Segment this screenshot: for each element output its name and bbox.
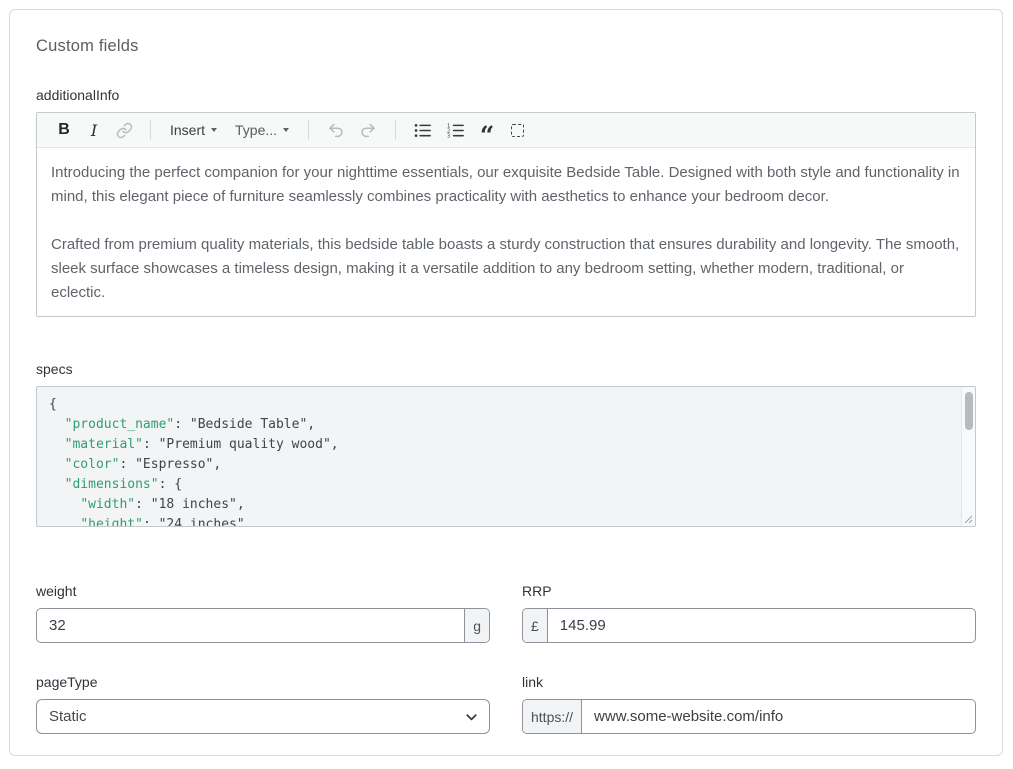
blockquote-icon: “ (480, 131, 494, 141)
rich-text-paragraph: Introducing the perfect companion for yo… (51, 161, 961, 209)
bullet-list-button[interactable] (408, 116, 437, 144)
rich-text-paragraph: Crafted from premium quality materials, … (51, 233, 961, 305)
redo-icon (359, 121, 378, 140)
insert-dropdown-label: Insert (170, 122, 205, 138)
italic-button[interactable]: I (81, 116, 107, 144)
bold-button[interactable]: B (51, 116, 77, 144)
link-button[interactable] (111, 116, 138, 144)
field-specs: specs { "product_name": "Bedside Table",… (36, 361, 976, 527)
weight-input[interactable] (37, 609, 464, 642)
scrollbar-thumb[interactable] (965, 392, 973, 430)
rrp-input-group: £ (522, 608, 976, 643)
resize-grip-icon[interactable] (963, 514, 973, 524)
dashed-box-icon (511, 124, 524, 137)
link-icon (116, 122, 133, 139)
page-type-select-wrap: Static (36, 699, 490, 734)
rrp-input[interactable] (548, 609, 975, 642)
rrp-label: RRP (522, 583, 976, 599)
svg-text:3: 3 (447, 133, 450, 139)
type-dropdown-label: Type... (235, 122, 277, 138)
additional-info-label: additionalInfo (36, 87, 976, 103)
rich-text-editor: B I Insert Type... (36, 112, 976, 317)
weight-label: weight (36, 583, 490, 599)
bullet-list-icon (413, 121, 432, 140)
link-input[interactable] (582, 700, 975, 733)
currency-prefix: £ (523, 609, 548, 642)
field-page-type: pageType Static (36, 674, 490, 734)
undo-icon (326, 121, 345, 140)
rich-text-content[interactable]: Introducing the perfect companion for yo… (37, 148, 975, 316)
ordered-list-button[interactable]: 1 2 3 (441, 116, 470, 144)
rich-text-toolbar: B I Insert Type... (37, 113, 975, 148)
weight-unit-suffix: g (464, 609, 489, 642)
undo-button[interactable] (321, 116, 350, 144)
page-title: Custom fields (36, 37, 976, 56)
scrollbar-track[interactable] (961, 387, 975, 526)
ordered-list-icon: 1 2 3 (446, 121, 465, 140)
protocol-prefix: https:// (523, 700, 582, 733)
field-additional-info: additionalInfo B I Insert Type... (36, 87, 976, 317)
link-input-group: https:// (522, 699, 976, 734)
toolbar-divider (150, 120, 151, 140)
toolbar-divider (395, 120, 396, 140)
chevron-down-icon (211, 128, 217, 132)
custom-fields-card: Custom fields additionalInfo B I Insert (9, 9, 1003, 756)
field-rrp: RRP £ (522, 583, 976, 643)
type-dropdown[interactable]: Type... (228, 116, 296, 144)
insert-dropdown[interactable]: Insert (163, 116, 224, 144)
specs-code-content: { "product_name": "Bedside Table", "mate… (37, 387, 975, 527)
field-link: link https:// (522, 674, 976, 734)
redo-button[interactable] (354, 116, 383, 144)
page-type-label: pageType (36, 674, 490, 690)
toolbar-divider (308, 120, 309, 140)
fields-grid: weight g RRP £ pageType Static (36, 583, 976, 734)
specs-code-editor[interactable]: { "product_name": "Bedside Table", "mate… (36, 386, 976, 527)
link-label: link (522, 674, 976, 690)
field-weight: weight g (36, 583, 490, 643)
chevron-down-icon (283, 128, 289, 132)
blockquote-button[interactable]: “ (474, 116, 500, 144)
specs-label: specs (36, 361, 976, 377)
page-type-select[interactable]: Static (36, 699, 490, 734)
container-block-button[interactable] (504, 116, 530, 144)
weight-input-group: g (36, 608, 490, 643)
